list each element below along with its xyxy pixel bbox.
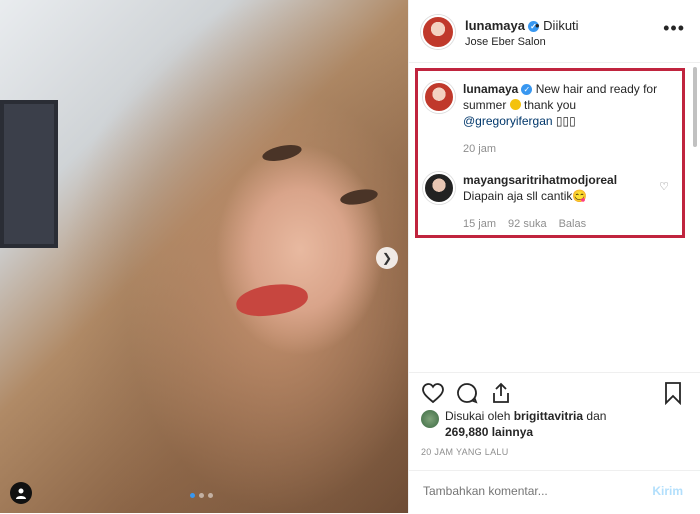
comment-text: mayangsaritrihatmodjoreal Diapain aja sl… <box>463 173 618 203</box>
comment-text: lunamaya ✓ New hair and ready for summer … <box>463 82 658 128</box>
liker-username[interactable]: brigittavitria <box>514 409 583 423</box>
photo-eye-left <box>260 141 304 165</box>
carousel-dots <box>190 493 213 498</box>
heart-icon[interactable] <box>421 381 445 405</box>
heart-icon[interactable]: ♡ <box>659 180 669 193</box>
sun-emoji-icon <box>509 99 521 110</box>
follow-status[interactable]: • Diikuti <box>535 18 579 33</box>
photo-lips <box>234 280 310 320</box>
chevron-right-icon[interactable]: ❯ <box>376 247 398 269</box>
verified-icon: ✓ <box>521 84 533 95</box>
action-bar <box>409 372 700 413</box>
send-button[interactable]: Kirim <box>652 484 683 498</box>
post-photo[interactable]: ❯ <box>0 0 408 513</box>
comment-likes[interactable]: 92 suka <box>508 218 547 230</box>
background-window <box>0 100 58 248</box>
avatar[interactable] <box>421 410 439 428</box>
carousel-dot <box>208 493 213 498</box>
comment-username[interactable]: mayangsaritrihatmodjoreal <box>463 173 617 187</box>
share-icon[interactable] <box>489 381 513 405</box>
comment-time[interactable]: 20 jam <box>463 143 496 155</box>
comment-time[interactable]: 15 jam <box>463 218 496 230</box>
avatar[interactable] <box>423 81 455 113</box>
mention-link[interactable]: @gregoryifergan <box>463 114 553 128</box>
add-comment-bar: Kirim <box>409 470 700 514</box>
comment-meta: 20 jam <box>463 143 496 155</box>
avatar[interactable] <box>421 15 455 49</box>
likes-count[interactable]: 269,880 lainnya <box>445 425 533 439</box>
post-time-ago[interactable]: 20 JAM YANG LALU <box>421 447 509 457</box>
post-panel: lunamaya ✓ • Diikuti Jose Eber Salon ••• … <box>408 0 700 513</box>
post-username[interactable]: lunamaya ✓ <box>465 18 539 33</box>
reply-button[interactable]: Balas <box>559 218 587 230</box>
post-location[interactable]: Jose Eber Salon <box>465 36 546 48</box>
post-header: lunamaya ✓ • Diikuti Jose Eber Salon ••• <box>409 0 700 63</box>
comments-list[interactable]: lunamaya ✓ New hair and ready for summer … <box>409 63 700 370</box>
photo-eye-right <box>339 186 379 208</box>
more-icon[interactable]: ••• <box>663 18 685 39</box>
scrollbar[interactable] <box>693 67 697 147</box>
avatar[interactable] <box>423 172 455 204</box>
comment-icon[interactable] <box>455 381 479 405</box>
comment-username[interactable]: lunamaya <box>463 82 518 96</box>
comment-meta: 15 jam 92 suka Balas <box>463 218 586 230</box>
comment-input[interactable] <box>421 483 625 499</box>
user-tag-icon[interactable] <box>10 482 32 504</box>
carousel-dot <box>199 493 204 498</box>
bookmark-icon[interactable] <box>661 381 685 405</box>
carousel-dot-active <box>190 493 195 498</box>
